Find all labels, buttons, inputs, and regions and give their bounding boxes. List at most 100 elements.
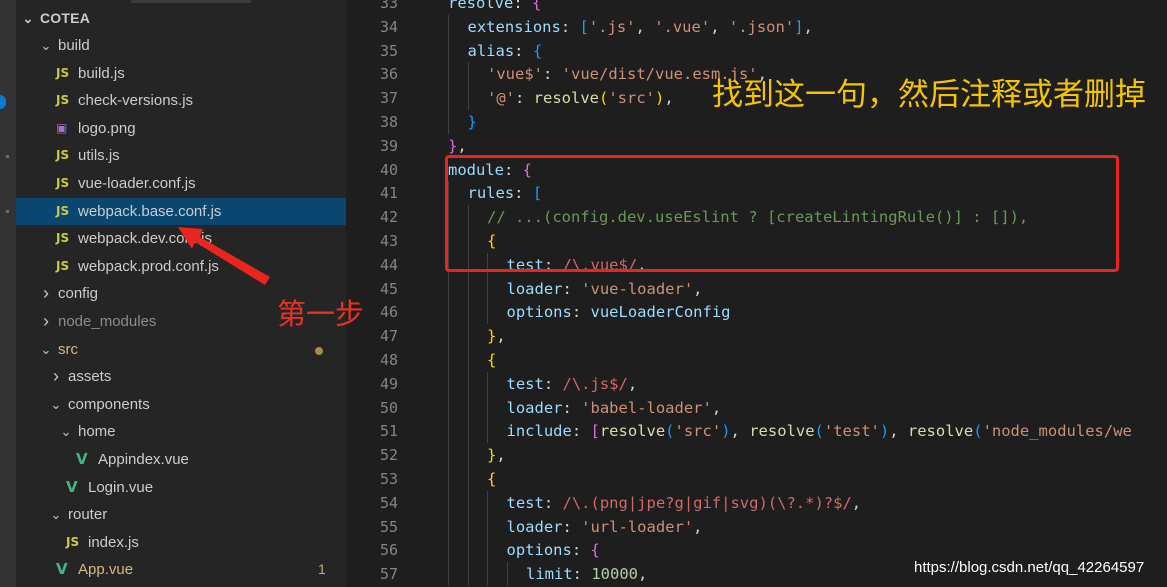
code-token: loader [506, 517, 563, 536]
code-token: ] [794, 17, 804, 36]
code-token: ( [599, 89, 609, 108]
indent-guide [448, 86, 449, 111]
code-line[interactable]: options: vueLoaderConfig [507, 300, 731, 324]
code-line[interactable]: extensions: ['.js', '.vue', '.json'], [468, 15, 813, 39]
indent-guide [487, 490, 488, 515]
tree-item[interactable]: V App.vue 1 [16, 556, 346, 583]
code-token: , [693, 517, 703, 536]
code-line[interactable]: } [468, 110, 477, 134]
explorer-root[interactable]: ⌄ COTEA [16, 5, 346, 32]
code-token: 'src' [608, 89, 656, 108]
indent-guide [448, 419, 449, 444]
folder-label: node_modules [58, 313, 157, 330]
code-line[interactable]: loader: 'vue-loader', [507, 277, 703, 301]
file-label: vue-loader.conf.js [78, 175, 196, 192]
code-token: , [635, 17, 655, 36]
code-line[interactable]: loader: 'url-loader', [507, 515, 703, 539]
tree-item[interactable]: ▣ logo.png [16, 115, 346, 142]
code-token: : [562, 517, 582, 536]
code-token: , [710, 17, 729, 36]
code-token: : [571, 422, 591, 441]
code-token: '@' [487, 89, 515, 108]
code-line[interactable]: }, [487, 324, 506, 348]
code-token: } [487, 327, 497, 346]
code-token: } [487, 446, 497, 465]
indent-guide [467, 514, 469, 539]
chevron-down-icon: ⌄ [22, 11, 34, 26]
step-annotation: 第一步 [277, 297, 365, 331]
tree-item[interactable]: V Login.vue [16, 474, 346, 501]
code-line[interactable]: options: { [507, 538, 600, 562]
tree-item[interactable]: ⌄ src [16, 336, 346, 363]
indent-guide [467, 300, 469, 325]
line-number: 42 [379, 208, 398, 227]
indent-guide [448, 490, 449, 515]
code-token: resolve [907, 422, 974, 441]
line-number: 43 [379, 232, 398, 250]
indent-guide [467, 324, 469, 349]
code-token: ( [665, 422, 675, 441]
code-token: : [572, 565, 592, 584]
code-token: 'babel-loader' [581, 398, 712, 417]
code-line[interactable]: }, [487, 443, 506, 467]
file-label: build.js [78, 64, 125, 82]
indent-guide [487, 276, 488, 301]
code-token: , [889, 422, 908, 441]
code-token: , [638, 565, 648, 584]
code-token: , [693, 279, 703, 298]
code-token: options [506, 541, 572, 560]
tree-item[interactable]: JS vue-loader.conf.js [16, 170, 346, 197]
tree-item[interactable]: ⌄ router [16, 501, 346, 528]
tree-item[interactable]: ⌄ components [16, 391, 346, 418]
tree-item[interactable]: ⌄ home [16, 418, 346, 445]
code-token: 'node_modules/we [982, 422, 1132, 441]
line-number: 34 [379, 17, 398, 36]
activity-bar [0, 0, 16, 587]
code-token: ( [973, 422, 983, 441]
tree-item[interactable]: ⌄ build [16, 32, 346, 59]
line-number: 38 [379, 113, 398, 131]
tree-item[interactable]: JS index.js [16, 529, 346, 556]
tree-item[interactable]: JS build.js [16, 60, 346, 87]
tree-item[interactable]: JS utils.js [16, 142, 346, 169]
code-line[interactable]: limit: 10000, [526, 562, 647, 586]
indent-guide [448, 538, 449, 563]
tree-item[interactable]: V Appindex.vue [16, 446, 346, 473]
code-token: : [515, 89, 534, 108]
code-token: loader [506, 279, 563, 298]
js-file-icon: JS [56, 231, 70, 246]
indent-guide [448, 300, 449, 325]
folder-label: config [58, 285, 99, 303]
code-token: 10000 [591, 565, 639, 584]
code-token: alias [467, 41, 515, 60]
line-number: 36 [379, 65, 398, 84]
code-line[interactable]: include: [resolve('src'), resolve('test'… [507, 419, 1132, 443]
chevron-down-icon: ⌄ [40, 38, 52, 53]
vue-file-icon: V [76, 450, 88, 468]
code-token: include [506, 422, 572, 441]
code-token: resolve [448, 0, 514, 12]
code-line[interactable]: loader: 'babel-loader', [507, 396, 722, 420]
code-token: : [562, 398, 582, 417]
code-line[interactable]: { [487, 467, 496, 491]
code-line[interactable]: test: /\.(png|jpe?g|gif|svg)(\?.*)?$/, [507, 491, 862, 515]
js-file-icon: JS [56, 65, 70, 80]
indent-guide [448, 467, 449, 491]
indent-guide [487, 371, 488, 396]
code-token: , [730, 422, 750, 441]
code-line[interactable]: '@': resolve('src'), [487, 86, 674, 110]
code-token: /\.(png|jpe?g|gif|svg)(\?.*)?$/ [562, 493, 852, 512]
code-token: : [562, 279, 582, 298]
code-line[interactable]: { [487, 348, 496, 372]
line-number: 50 [379, 398, 398, 417]
line-number: 40 [379, 160, 398, 179]
code-token: : [543, 65, 562, 84]
code-line[interactable]: test: /\.js$/, [507, 372, 638, 396]
code-token: : [543, 374, 563, 393]
tree-item[interactable]: JS check-versions.js [16, 87, 346, 114]
indent-guide [467, 419, 469, 444]
code-line[interactable]: resolve: { [448, 0, 541, 15]
tree-item[interactable]: › assets [16, 363, 346, 390]
code-token: , [627, 374, 638, 393]
code-line[interactable]: alias: { [468, 39, 543, 63]
